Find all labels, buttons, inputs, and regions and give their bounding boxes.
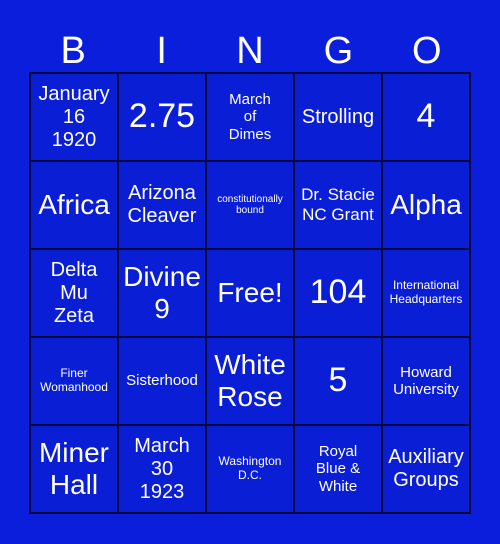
bingo-cell[interactable]: Alpha — [382, 161, 470, 249]
bingo-cell[interactable]: March of Dimes — [206, 73, 294, 161]
bingo-card-grid: January 16 1920 2.75 March of Dimes Strolli… — [29, 72, 471, 514]
bingo-cell[interactable]: Dr. Stacie NC Grant — [294, 161, 382, 249]
bingo-cell[interactable]: Africa — [30, 161, 118, 249]
bingo-cell[interactable]: January 16 1920 — [30, 73, 118, 161]
bingo-cell[interactable]: International Headquarters — [382, 249, 470, 337]
bingo-cell-text: 4 — [416, 97, 436, 136]
bingo-cell-text: constitutionally bound — [217, 193, 283, 217]
bingo-cell-text: White Rose — [214, 348, 286, 412]
bingo-cell-text: 5 — [328, 361, 348, 400]
header-letter-o: O — [412, 30, 442, 72]
bingo-cell-text: March 30 1923 — [134, 434, 190, 503]
bingo-cell-text: Auxiliary Groups — [388, 446, 464, 491]
bingo-cell-text: 2.75 — [128, 97, 196, 136]
bingo-cell[interactable]: constitutionally bound — [206, 161, 294, 249]
bingo-cell[interactable]: Royal Blue & White — [294, 425, 382, 513]
bingo-cell[interactable]: Delta Mu Zeta — [30, 249, 118, 337]
bingo-cell-text: Howard University — [393, 363, 459, 398]
bingo-cell-text: Royal Blue & White — [315, 443, 361, 495]
bingo-cell[interactable]: 5 — [294, 337, 382, 425]
bingo-cell[interactable]: 2.75 — [118, 73, 206, 161]
header-letter-g: G — [323, 30, 354, 72]
bingo-cell-text: International Headquarters — [389, 278, 463, 306]
bingo-cell-text: Delta Mu Zeta — [50, 258, 98, 327]
bingo-cell-text: March of Dimes — [228, 91, 272, 143]
header-letter-b: B — [60, 30, 86, 72]
bingo-cell[interactable]: Sisterhood — [118, 337, 206, 425]
bingo-cell-text: Arizona Cleaver — [127, 182, 197, 227]
bingo-cell[interactable]: Finer Womanhood — [30, 337, 118, 425]
bingo-cell-text: Sisterhood — [126, 372, 198, 390]
header-letter-n: N — [236, 30, 264, 72]
header-letter-i: I — [156, 30, 167, 72]
bingo-cell[interactable]: White Rose — [206, 337, 294, 425]
bingo-cell[interactable]: Divine 9 — [118, 249, 206, 337]
bingo-cell[interactable]: Auxiliary Groups — [382, 425, 470, 513]
bingo-cell[interactable]: Arizona Cleaver — [118, 161, 206, 249]
bingo-cell-text: January 16 1920 — [38, 82, 110, 151]
bingo-cell[interactable]: March 30 1923 — [118, 425, 206, 513]
bingo-cell-text: Miner Hall — [38, 436, 109, 500]
bingo-cell-text: Africa — [38, 188, 110, 220]
bingo-cell-text: Washington D.C. — [218, 454, 282, 482]
bingo-cell[interactable]: 104 — [294, 249, 382, 337]
bingo-cell-text: Strolling — [301, 105, 375, 128]
bingo-cell[interactable]: Washington D.C. — [206, 425, 294, 513]
bingo-cell-text: 104 — [309, 273, 367, 312]
bingo-cell[interactable]: 4 — [382, 73, 470, 161]
bingo-cell[interactable]: Miner Hall — [30, 425, 118, 513]
bingo-cell-text: Finer Womanhood — [40, 366, 108, 394]
bingo-cell-text: Divine 9 — [123, 260, 201, 324]
bingo-cell-text: Dr. Stacie NC Grant — [301, 185, 375, 224]
free-space-cell[interactable]: Free! — [206, 249, 294, 337]
bingo-cell[interactable]: Strolling — [294, 73, 382, 161]
bingo-cell-text: Alpha — [390, 188, 462, 220]
bingo-cell-text: Free! — [217, 276, 283, 308]
bingo-header: B I N G O — [29, 30, 471, 72]
bingo-cell[interactable]: Howard University — [382, 337, 470, 425]
